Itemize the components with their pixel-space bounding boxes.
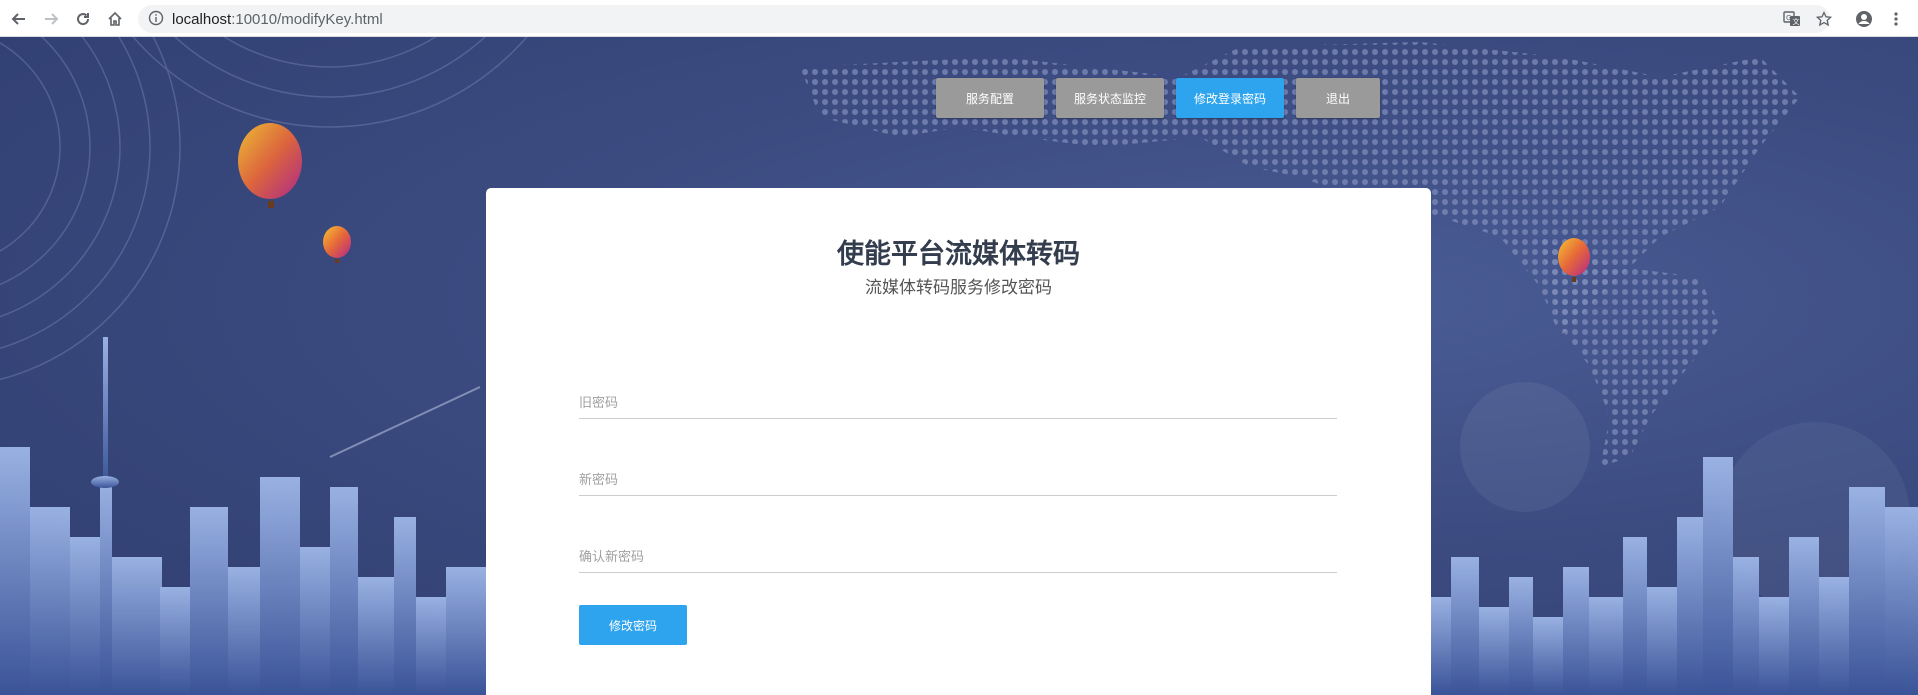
url-path: :10010/modifyKey.html bbox=[231, 11, 383, 28]
forward-arrow-icon[interactable] bbox=[38, 6, 64, 32]
profile-avatar-icon[interactable] bbox=[1851, 6, 1877, 32]
nav-service-monitor-button[interactable]: 服务状态监控 bbox=[1056, 78, 1164, 118]
confirm-password-input[interactable] bbox=[579, 541, 1337, 572]
new-password-field bbox=[579, 464, 1337, 496]
bookmark-star-icon[interactable] bbox=[1811, 6, 1837, 32]
old-password-input[interactable] bbox=[579, 387, 1337, 418]
reload-icon[interactable] bbox=[70, 6, 96, 32]
balloon-large bbox=[238, 123, 302, 208]
menu-kebab-icon[interactable] bbox=[1883, 6, 1909, 32]
page-subtitle: 流媒体转码服务修改密码 bbox=[865, 278, 1052, 297]
svg-text:G: G bbox=[1786, 14, 1791, 22]
translate-icon[interactable]: 文G bbox=[1779, 6, 1805, 32]
change-password-submit-button[interactable]: 修改密码 bbox=[579, 605, 687, 645]
browser-toolbar: localhost:10010/modifyKey.html 文G bbox=[0, 0, 1918, 37]
nav-change-password-button[interactable]: 修改登录密码 bbox=[1176, 78, 1284, 118]
confirm-password-field bbox=[579, 541, 1337, 573]
url-host: localhost bbox=[172, 11, 232, 28]
back-arrow-icon[interactable] bbox=[6, 6, 32, 32]
url-text: localhost:10010/modifyKey.html bbox=[172, 11, 383, 28]
nav-logout-button[interactable]: 退出 bbox=[1296, 78, 1380, 118]
page-background: 服务配置 服务状态监控 修改登录密码 退出 使能平台流媒体转码 流媒体转码服务修… bbox=[0, 37, 1918, 695]
nav-service-config-button[interactable]: 服务配置 bbox=[936, 78, 1044, 118]
old-password-field bbox=[579, 387, 1337, 419]
page-title: 使能平台流媒体转码 bbox=[837, 239, 1080, 269]
address-bar[interactable]: localhost:10010/modifyKey.html bbox=[138, 5, 1830, 33]
svg-text:文: 文 bbox=[1793, 17, 1800, 26]
change-password-card: 使能平台流媒体转码 流媒体转码服务修改密码 修改密码 bbox=[486, 188, 1431, 695]
site-info-icon[interactable] bbox=[148, 10, 164, 31]
new-password-input[interactable] bbox=[579, 464, 1337, 495]
top-navigation: 服务配置 服务状态监控 修改登录密码 退出 bbox=[936, 78, 1380, 118]
home-icon[interactable] bbox=[102, 6, 128, 32]
